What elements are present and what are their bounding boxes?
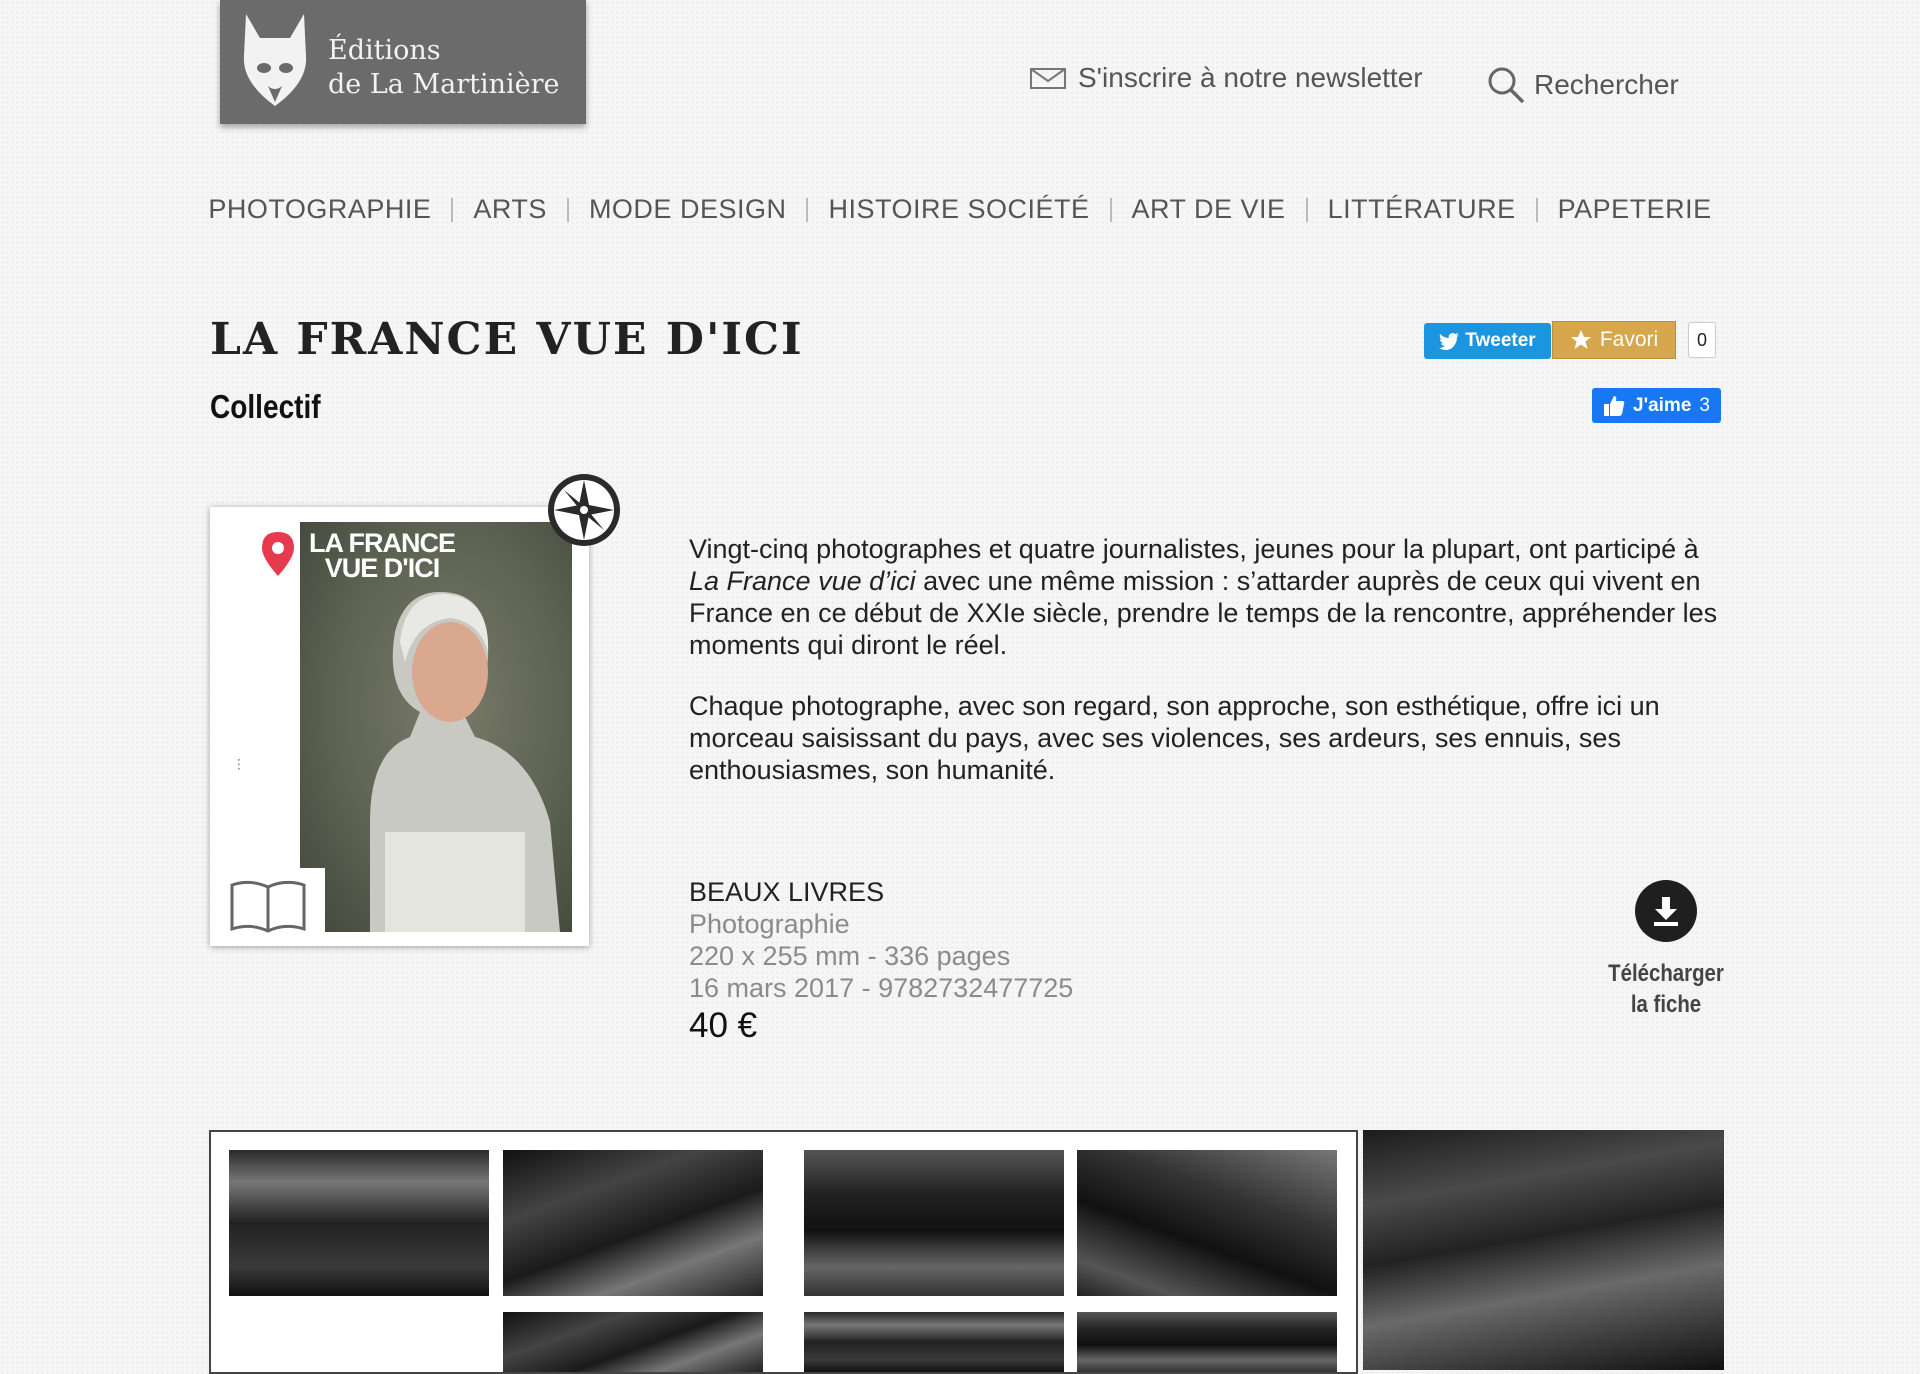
star-icon (1570, 330, 1591, 349)
gallery-thumb[interactable] (1077, 1312, 1337, 1372)
book-date-isbn: 16 mars 2017 - 9782732477725 (689, 973, 1074, 1003)
publisher-logo[interactable]: Éditions de La Martinière (220, 0, 586, 124)
book-category[interactable]: Photographie (689, 908, 1073, 940)
book-collection[interactable]: BEAUX LIVRES (689, 876, 1073, 908)
nav-item-mode-design[interactable]: MODE DESIGN (589, 194, 787, 225)
gallery-thumb[interactable] (503, 1150, 763, 1296)
book-price: 40 € (689, 1006, 758, 1045)
cover-portrait (370, 592, 560, 932)
preview-book-button[interactable] (210, 868, 325, 946)
download-sheet-button[interactable]: Télécharger la fiche (1596, 880, 1736, 1020)
nav-divider (451, 197, 454, 222)
cover-title: LA FRANCE VUE D'ICI (306, 530, 458, 583)
description-paragraph-1: Vingt-cinq photographes et quatre journa… (689, 534, 1718, 660)
nav-item-photographie[interactable]: PHOTOGRAPHIE (208, 194, 431, 225)
cover-spine: ▪ ▪ ▪ (236, 758, 243, 770)
book-title: LA FRANCE VUE D'ICI (210, 314, 804, 365)
tweet-button[interactable]: Tweeter (1424, 323, 1551, 359)
gallery-thumb[interactable] (804, 1150, 1064, 1296)
favori-label: Favori (1599, 328, 1659, 351)
search-link[interactable]: Rechercher (1486, 65, 1679, 105)
compass-rose-icon (548, 474, 620, 546)
favori-button[interactable]: Favori (1552, 321, 1676, 359)
cover-title-line-2: VUE D'ICI (324, 553, 440, 583)
nav-item-papeterie[interactable]: PAPETERIE (1558, 194, 1712, 225)
nav-divider (1535, 197, 1538, 222)
favori-count: 0 (1688, 322, 1716, 358)
book-description: Vingt-cinq photographes et quatre journa… (689, 533, 1729, 815)
book-format-pages: 220 x 255 mm - 336 pages (689, 941, 1011, 971)
search-label: Rechercher (1534, 69, 1679, 100)
twitter-bird-icon (1439, 332, 1460, 350)
gallery-thumb[interactable] (503, 1312, 763, 1372)
nav-item-histoire-societe[interactable]: HISTOIRE SOCIÉTÉ (828, 194, 1089, 225)
gallery-featured-photo[interactable] (1363, 1130, 1724, 1370)
logo-line-1: Éditions (328, 35, 441, 66)
envelope-icon (1030, 68, 1066, 89)
newsletter-label: S'inscrire à notre newsletter (1078, 62, 1423, 93)
description-paragraph-2: Chaque photographe, avec son regard, son… (689, 691, 1660, 785)
download-label-line-2: la fiche (1630, 991, 1702, 1018)
gallery-thumb[interactable] (1077, 1150, 1337, 1296)
book-author[interactable]: Collectif (210, 388, 321, 426)
nav-divider (1109, 197, 1112, 222)
photo-gallery (209, 1130, 1358, 1374)
nav-item-art-de-vie[interactable]: ART DE VIE (1132, 194, 1286, 225)
search-icon (1488, 67, 1525, 104)
like-count: 3 (1699, 394, 1710, 416)
book-meta: BEAUX LIVRES Photographie 220 x 255 mm -… (689, 876, 1074, 1045)
like-label: J'aime (1633, 394, 1692, 416)
like-button[interactable]: J'aime 3 (1592, 388, 1721, 423)
nav-divider (806, 197, 809, 222)
nav-item-litterature[interactable]: LITTÉRATURE (1328, 194, 1516, 225)
main-nav: PHOTOGRAPHIE ARTS MODE DESIGN HISTOIRE S… (0, 194, 1920, 225)
tweet-label: Tweeter (1465, 330, 1536, 351)
download-icon (1635, 880, 1697, 942)
gallery-thumb[interactable] (804, 1312, 1064, 1372)
download-label-line-1: Télécharger (1608, 960, 1724, 987)
gallery-thumb[interactable] (229, 1150, 489, 1296)
nav-divider (566, 197, 569, 222)
wolf-logo-icon (243, 14, 307, 106)
map-pin-icon (262, 532, 294, 576)
open-book-icon (230, 880, 305, 933)
newsletter-link[interactable]: S'inscrire à notre newsletter (1030, 62, 1423, 94)
description-title-italic: La France vue d’ici (689, 566, 916, 596)
nav-divider (1305, 197, 1308, 222)
logo-line-2: de La Martinière (328, 69, 560, 100)
book-cover-image (300, 522, 572, 932)
thumbs-up-icon (1604, 395, 1625, 416)
nav-item-arts[interactable]: ARTS (473, 194, 547, 225)
